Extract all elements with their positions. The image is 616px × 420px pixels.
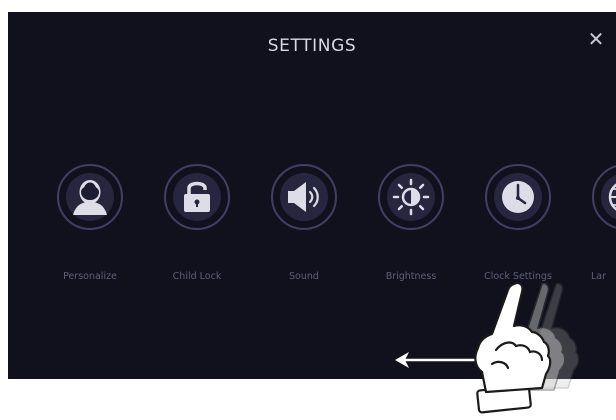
menu-item-circle — [57, 164, 123, 230]
menu-item-personalize[interactable]: Personalize — [42, 164, 142, 282]
menu-item-label: Sound — [289, 271, 319, 282]
menu-item-language[interactable]: Lar — [577, 164, 616, 282]
menu-item-label: Brightness — [385, 271, 437, 282]
menu-item-child-lock[interactable]: Child Lock — [149, 164, 249, 282]
menu-item-circle — [485, 164, 551, 230]
menu-item-circle — [164, 164, 230, 230]
menu-item-label: Personalize — [63, 271, 117, 282]
close-icon: ✕ — [587, 27, 605, 51]
page-title: SETTINGS — [267, 36, 357, 56]
speaker-icon — [280, 173, 328, 221]
person-icon — [66, 173, 114, 221]
menu-item-circle — [592, 164, 616, 230]
menu-item-brightness[interactable]: Brightness — [363, 164, 463, 282]
clock-icon — [494, 173, 542, 221]
menu-item-circle — [271, 164, 337, 230]
brightness-icon — [387, 173, 435, 221]
swipe-hand-icon — [474, 281, 580, 414]
padlock-icon — [173, 173, 221, 221]
close-button[interactable]: ✕ — [582, 24, 610, 54]
globe-icon — [601, 174, 616, 220]
page: SETTINGS ✕ Personalize Child Lock Sound … — [0, 0, 616, 420]
menu-item-clock-settings[interactable]: Clock Settings — [470, 164, 570, 282]
menu-item-circle — [378, 164, 444, 230]
menu-item-sound[interactable]: Sound — [256, 164, 356, 282]
menu-item-label: Child Lock — [172, 271, 222, 282]
